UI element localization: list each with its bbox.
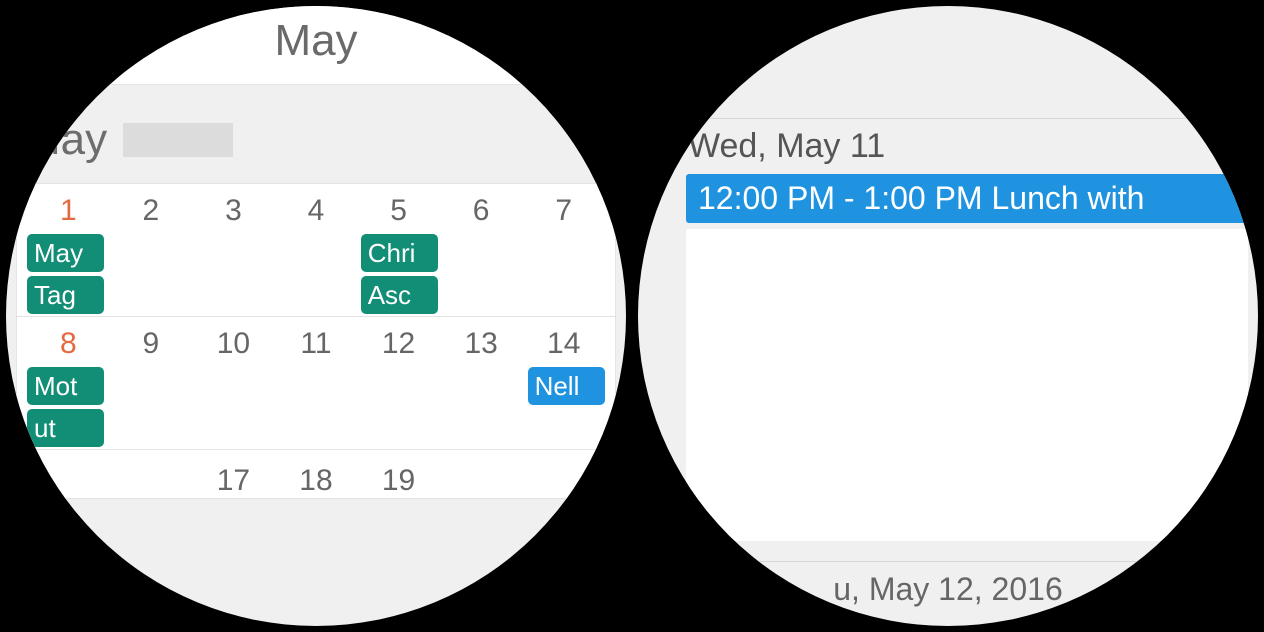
day-cell[interactable]: 7 [522, 194, 605, 228]
month-subheader: May [6, 85, 626, 183]
agenda-body[interactable] [686, 229, 1248, 541]
day-cell[interactable]: 18 [275, 464, 358, 498]
watch-right: Wed, May 11 12:00 PM - 1:00 PM Lunch wit… [638, 6, 1258, 626]
event-chip[interactable]: Tag [27, 276, 104, 314]
day-cell[interactable]: 1 [27, 194, 110, 228]
redacted-mask [123, 123, 233, 157]
day-header: Wed, May 11 [638, 119, 1258, 172]
day-cell[interactable] [522, 464, 605, 498]
day-number-row: 17 18 19 [17, 450, 615, 498]
day-number-row: 8 9 10 11 12 13 14 [17, 317, 615, 365]
event-chip[interactable]: Mot [27, 367, 104, 405]
day-cell[interactable]: 12 [357, 327, 440, 361]
month-title: May [6, 6, 626, 85]
calendar-grid: 1 2 3 4 5 6 7 May Chri Tag [16, 183, 616, 499]
day-number-row: 1 2 3 4 5 6 7 [17, 184, 615, 232]
day-cell[interactable]: 2 [110, 194, 193, 228]
day-cell[interactable]: 10 [192, 327, 275, 361]
day-cell[interactable]: 17 [192, 464, 275, 498]
day-cell[interactable]: 4 [275, 194, 358, 228]
watch-left: May May 1 2 3 4 5 6 7 May Chri [6, 6, 626, 626]
event-row: ut [17, 407, 615, 449]
event-row: Mot Nell [17, 365, 615, 407]
day-cell[interactable]: 9 [110, 327, 193, 361]
event-chip[interactable]: Nell [528, 367, 605, 405]
day-cell[interactable] [27, 464, 110, 498]
event-row: May Chri [17, 232, 615, 274]
day-cell[interactable]: 14 [522, 327, 605, 361]
day-cell[interactable]: 3 [192, 194, 275, 228]
event-chip[interactable]: Asc [361, 276, 438, 314]
week-row: 8 9 10 11 12 13 14 Mot Nell ut [17, 317, 615, 450]
event-chip[interactable]: Chri [361, 234, 438, 272]
event-row: Tag Asc [17, 274, 615, 316]
day-cell[interactable] [440, 464, 523, 498]
day-cell[interactable]: 13 [440, 327, 523, 361]
month-subtitle: May [24, 115, 107, 165]
day-cell[interactable]: 6 [440, 194, 523, 228]
agenda-event[interactable]: 12:00 PM - 1:00 PM Lunch with [686, 174, 1248, 223]
day-cell[interactable]: 11 [275, 327, 358, 361]
event-chip[interactable]: May [27, 234, 104, 272]
day-cell[interactable]: 5 [357, 194, 440, 228]
week-row: 1 2 3 4 5 6 7 May Chri Tag [17, 184, 615, 317]
event-chip[interactable]: ut [27, 409, 104, 447]
day-cell[interactable] [110, 464, 193, 498]
day-cell[interactable]: 8 [27, 327, 110, 361]
next-day-header: u, May 12, 2016 [638, 561, 1258, 608]
day-cell[interactable]: 19 [357, 464, 440, 498]
